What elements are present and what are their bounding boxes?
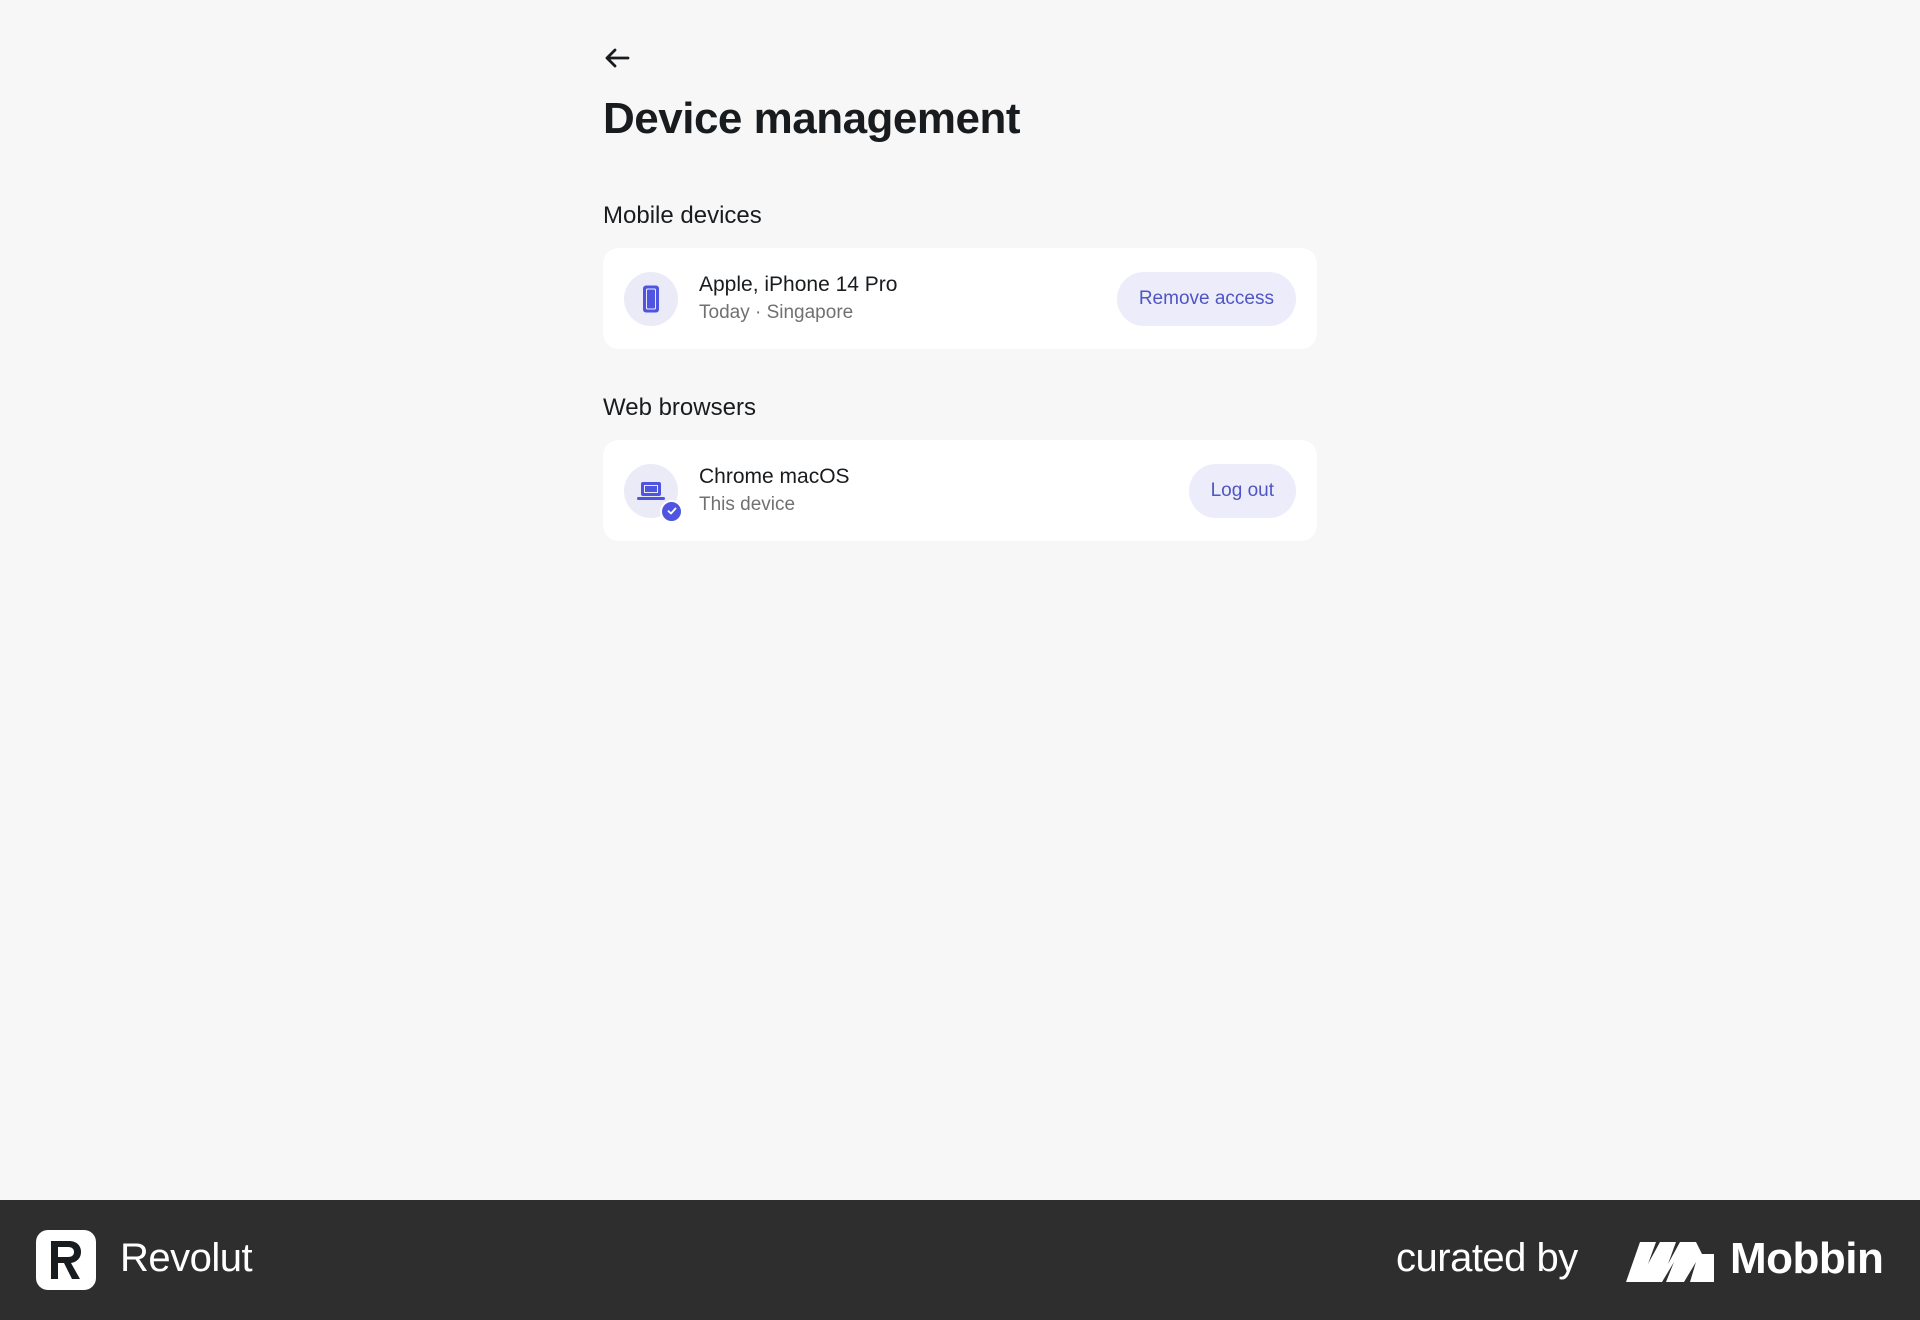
device-name: Chrome macOS	[699, 465, 850, 488]
device-icon-wrapper	[624, 463, 683, 523]
device-info: Apple, iPhone 14 Pro Today · Singapore	[699, 272, 1117, 325]
smartphone-icon	[643, 285, 659, 312]
device-name: Apple, iPhone 14 Pro	[699, 273, 898, 296]
page-title: Device management	[603, 94, 1021, 143]
laptop-icon	[637, 481, 665, 500]
device-info: Chrome macOS This device	[699, 464, 1189, 517]
back-button[interactable]	[603, 44, 631, 72]
check-badge-icon	[660, 499, 683, 523]
device-meta: Today · Singapore	[699, 302, 854, 323]
footer-bar: Revolut curated by Mobbin	[0, 1200, 1920, 1320]
section-title-mobile-devices: Mobile devices	[603, 202, 762, 229]
mobbin-logo-icon	[1626, 1242, 1714, 1282]
section-title-web-browsers: Web browsers	[603, 394, 756, 421]
device-card-browser: Chrome macOS This device Log out	[603, 440, 1317, 541]
revolut-logo-icon	[36, 1230, 96, 1290]
device-icon-wrapper	[624, 271, 678, 326]
device-meta: This device	[699, 494, 796, 515]
curator-name: Mobbin	[1730, 1234, 1884, 1283]
curated-by-text: curated by	[1396, 1236, 1578, 1280]
arrow-left-icon	[605, 48, 630, 68]
log-out-button[interactable]: Log out	[1188, 463, 1296, 518]
brand-name: Revolut	[120, 1236, 253, 1280]
device-card-mobile: Apple, iPhone 14 Pro Today · Singapore R…	[603, 248, 1317, 349]
remove-access-button[interactable]: Remove access	[1116, 271, 1296, 326]
